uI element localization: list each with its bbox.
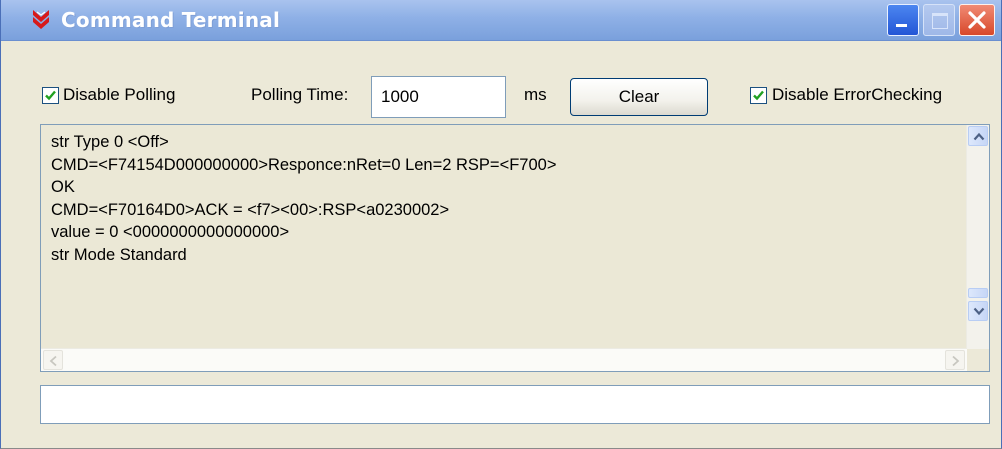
- checkmark-icon: [753, 90, 764, 101]
- output-line: value = 0 <0000000000000000>: [51, 223, 290, 241]
- disable-polling-checkbox[interactable]: [42, 87, 59, 104]
- command-input[interactable]: [40, 385, 990, 424]
- horizontal-scrollbar[interactable]: [41, 348, 967, 371]
- chevron-right-icon: [952, 355, 960, 367]
- scroll-right-button[interactable]: [945, 350, 965, 370]
- window-title: Command Terminal: [61, 8, 281, 32]
- vertical-scrollbar[interactable]: [966, 125, 989, 349]
- title-bar[interactable]: Command Terminal: [1, 0, 1001, 41]
- red-chevron-logo-icon: [33, 10, 49, 29]
- scroll-down-button[interactable]: [968, 301, 988, 321]
- output-lines: str Type 0 <Off> CMD=<F74154D000000000>R…: [51, 131, 556, 266]
- polling-time-input[interactable]: 1000: [371, 76, 506, 118]
- clear-button[interactable]: Clear: [570, 78, 708, 116]
- chevron-up-icon: [973, 132, 985, 141]
- disable-polling-label[interactable]: Disable Polling: [63, 85, 175, 105]
- command-terminal-window: Command Terminal Disable Polling Polling…: [0, 0, 1002, 449]
- output-line: str Mode Standard: [51, 245, 187, 264]
- polling-time-label: Polling Time:: [251, 85, 349, 104]
- checkmark-icon: [45, 90, 56, 101]
- scroll-left-button[interactable]: [43, 350, 63, 370]
- chevron-left-icon: [49, 355, 57, 367]
- output-line: CMD=<F70164D0>ACK = <f7><00>:RSP<a023000…: [51, 200, 450, 219]
- output-line: str Type 0 <Off>: [51, 133, 169, 151]
- polling-unit-label: ms: [524, 85, 547, 104]
- maximize-button[interactable]: [923, 4, 955, 36]
- output-line: CMD=<F74154D000000000>Responce:nRet=0 Le…: [51, 155, 557, 174]
- scroll-up-button[interactable]: [968, 126, 988, 146]
- vertical-scroll-thumb[interactable]: [968, 288, 988, 298]
- output-line: OK: [51, 178, 75, 196]
- scrollbar-corner: [967, 349, 989, 371]
- terminal-output[interactable]: str Type 0 <Off> CMD=<F74154D000000000>R…: [40, 124, 990, 372]
- disable-error-checking-checkbox[interactable]: [750, 87, 767, 104]
- close-button[interactable]: [959, 4, 995, 36]
- close-icon: [968, 11, 986, 29]
- disable-error-checking-label[interactable]: Disable ErrorChecking: [772, 85, 942, 105]
- minimize-button[interactable]: [887, 4, 919, 36]
- chevron-down-icon: [973, 307, 985, 316]
